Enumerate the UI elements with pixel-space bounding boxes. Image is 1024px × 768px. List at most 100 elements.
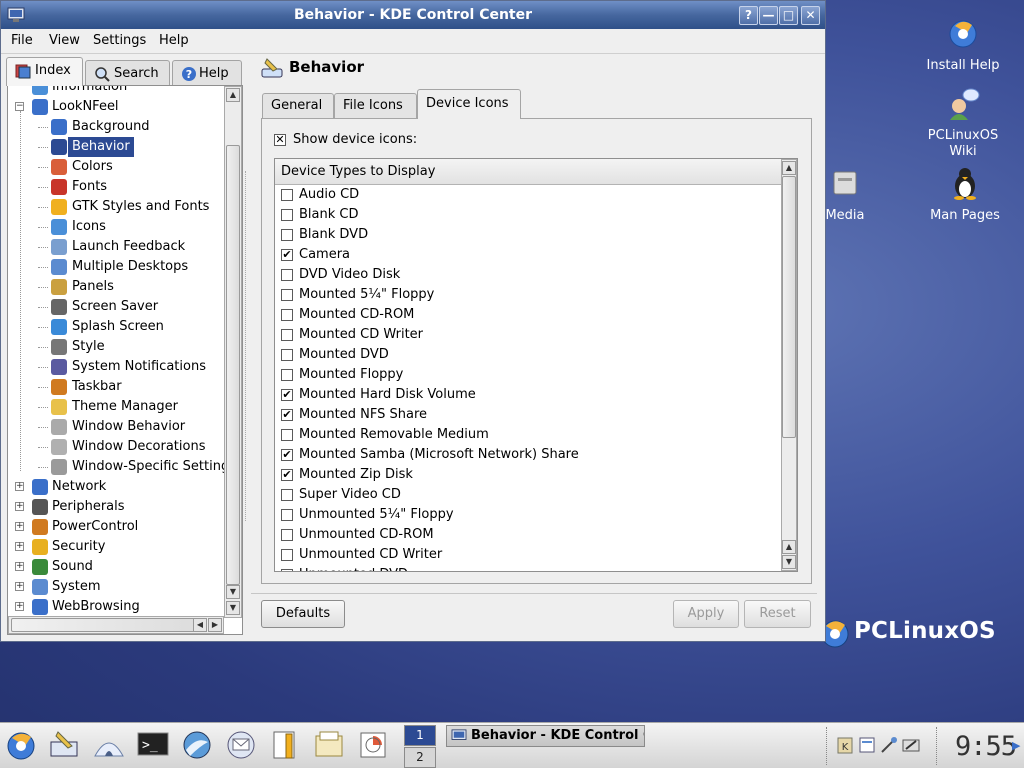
tree-item-window-behavior[interactable]: Window Behavior (8, 417, 222, 437)
device-type-row-mounted-cd-rom[interactable]: Mounted CD-ROM (275, 305, 781, 325)
expand-icon[interactable]: + (15, 562, 24, 571)
device-type-checkbox[interactable] (281, 309, 293, 321)
device-type-row-unmounted-dvd[interactable]: Unmounted DVD (275, 565, 781, 571)
tree-item-information[interactable]: Information (8, 86, 222, 97)
device-type-row-mounted-floppy[interactable]: Mounted Floppy (275, 365, 781, 385)
panel-hide-arrow-icon[interactable]: ▶ (1012, 739, 1020, 752)
device-type-row-dvd-video-disk[interactable]: DVD Video Disk (275, 265, 781, 285)
minimize-button[interactable]: — (759, 6, 778, 25)
tree-item-taskbar[interactable]: Taskbar (8, 377, 222, 397)
expand-icon[interactable]: + (15, 602, 24, 611)
context-help-button[interactable]: ? (739, 6, 758, 25)
device-type-row-mounted-dvd[interactable]: Mounted DVD (275, 345, 781, 365)
device-type-row-mounted-samba-microsoft-network-share[interactable]: ✔ Mounted Samba (Microsoft Network) Share (275, 445, 781, 465)
device-type-checkbox[interactable] (281, 569, 293, 571)
klipper-clipboard-icon[interactable]: K (836, 736, 854, 754)
show-device-icons-checkbox[interactable]: ✕ (274, 134, 286, 146)
presentation-icon[interactable] (356, 728, 390, 762)
reset-button[interactable]: Reset (744, 600, 811, 628)
device-type-checkbox[interactable]: ✔ (281, 449, 293, 461)
text-editor-icon[interactable] (268, 728, 302, 762)
clock[interactable]: 9:55 (955, 731, 1017, 762)
tree-item-launch-feedback[interactable]: Launch Feedback (8, 237, 222, 257)
tab-search[interactable]: Search (85, 60, 170, 86)
device-type-row-unmounted-cd-rom[interactable]: Unmounted CD-ROM (275, 525, 781, 545)
device-type-checkbox[interactable] (281, 269, 293, 281)
device-type-row-mounted-removable-medium[interactable]: Mounted Removable Medium (275, 425, 781, 445)
tab-file-icons[interactable]: File Icons (334, 93, 417, 118)
maximize-button[interactable]: □ (779, 6, 798, 25)
titlebar[interactable]: Behavior - KDE Control Center ? — □ ✕ (1, 1, 825, 29)
tree-item-powercontrol[interactable]: + PowerControl (8, 517, 222, 537)
device-type-checkbox[interactable] (281, 529, 293, 541)
device-type-row-mounted-5-floppy[interactable]: Mounted 5¼" Floppy (275, 285, 781, 305)
tree-item-theme-manager[interactable]: Theme Manager (8, 397, 222, 417)
collapse-icon[interactable]: − (15, 102, 24, 111)
scroll-right-icon[interactable]: ▶ (208, 618, 222, 632)
taskbar-task-kde-control-center[interactable]: Behavior - KDE Control Center (446, 725, 645, 747)
menu-help[interactable]: Help (159, 33, 189, 48)
expand-icon[interactable]: + (15, 582, 24, 591)
tree-item-colors[interactable]: Colors (8, 157, 222, 177)
tree-item-security[interactable]: + Security (8, 537, 222, 557)
tree-item-webbrowsing[interactable]: + WebBrowsing (8, 597, 222, 617)
device-type-checkbox[interactable] (281, 349, 293, 361)
scroll-left-icon[interactable]: ◀ (193, 618, 207, 632)
device-type-checkbox[interactable] (281, 229, 293, 241)
tree-item-splash-screen[interactable]: Splash Screen (8, 317, 222, 337)
device-type-checkbox[interactable] (281, 209, 293, 221)
device-type-checkbox[interactable]: ✔ (281, 389, 293, 401)
defaults-button[interactable]: Defaults (261, 600, 345, 628)
notes-icon[interactable] (858, 736, 876, 754)
scroll-up-icon[interactable]: ▲ (782, 161, 796, 175)
list-column-header[interactable]: Device Types to Display (275, 159, 781, 185)
apply-button[interactable]: Apply (673, 600, 739, 628)
tree-vertical-scrollbar[interactable]: ▲ ▼ ▼ (224, 86, 242, 618)
tab-index[interactable]: Index (6, 57, 83, 86)
list-vertical-scrollbar[interactable]: ▲ ▲ ▼ (781, 159, 797, 571)
tree-item-network[interactable]: + Network (8, 477, 222, 497)
device-type-row-camera[interactable]: ✔ Camera (275, 245, 781, 265)
scroll-thumb[interactable] (226, 145, 240, 585)
device-type-checkbox[interactable] (281, 369, 293, 381)
tree-item-gtk-styles-and-fonts[interactable]: GTK Styles and Fonts (8, 197, 222, 217)
scroll-down-icon[interactable]: ▼ (782, 555, 796, 569)
scroll-down-icon[interactable]: ▼ (226, 601, 240, 615)
tab-device-icons[interactable]: Device Icons (417, 89, 521, 119)
menu-file[interactable]: File (11, 33, 33, 48)
scroll-up-icon[interactable]: ▲ (226, 88, 240, 102)
device-type-row-mounted-hard-disk-volume[interactable]: ✔ Mounted Hard Disk Volume (275, 385, 781, 405)
device-type-row-unmounted-cd-writer[interactable]: Unmounted CD Writer (275, 545, 781, 565)
device-type-checkbox[interactable] (281, 549, 293, 561)
tree-item-peripherals[interactable]: + Peripherals (8, 497, 222, 517)
tree-item-window-decorations[interactable]: Window Decorations (8, 437, 222, 457)
konqueror-browser-icon[interactable] (180, 728, 214, 762)
device-type-checkbox[interactable]: ✔ (281, 249, 293, 261)
menu-view[interactable]: View (49, 33, 80, 48)
pager-desktop-2[interactable]: 2 (404, 747, 436, 768)
tree-item-looknfeel[interactable]: − LookNFeel (8, 97, 222, 117)
device-type-row-unmounted-5-floppy[interactable]: Unmounted 5¼" Floppy (275, 505, 781, 525)
expand-icon[interactable]: + (15, 502, 24, 511)
device-type-checkbox[interactable]: ✔ (281, 469, 293, 481)
hscroll-thumb[interactable] (11, 618, 207, 632)
update-applet-icon[interactable] (902, 736, 920, 754)
home-igloo-icon[interactable] (92, 728, 126, 762)
pager-desktop-1[interactable]: 1 (404, 725, 436, 746)
close-button[interactable]: ✕ (801, 6, 820, 25)
tree-item-multiple-desktops[interactable]: Multiple Desktops (8, 257, 222, 277)
terminal-icon[interactable]: >_ (136, 728, 170, 762)
show-desktop-icon[interactable] (48, 728, 82, 762)
device-type-row-blank-cd[interactable]: Blank CD (275, 205, 781, 225)
tree-item-screen-saver[interactable]: Screen Saver (8, 297, 222, 317)
tree-item-system[interactable]: + System (8, 577, 222, 597)
device-type-checkbox[interactable] (281, 489, 293, 501)
scroll-up-icon[interactable]: ▲ (782, 540, 796, 554)
tree-item-background[interactable]: Background (8, 117, 222, 137)
expand-icon[interactable]: + (15, 542, 24, 551)
tree-item-icons[interactable]: Icons (8, 217, 222, 237)
desktop-icon-pclinuxos-wiki[interactable]: PCLinuxOS Wiki (918, 86, 1008, 160)
device-type-checkbox[interactable] (281, 509, 293, 521)
scroll-down-icon[interactable]: ▼ (226, 585, 240, 599)
device-type-row-mounted-cd-writer[interactable]: Mounted CD Writer (275, 325, 781, 345)
